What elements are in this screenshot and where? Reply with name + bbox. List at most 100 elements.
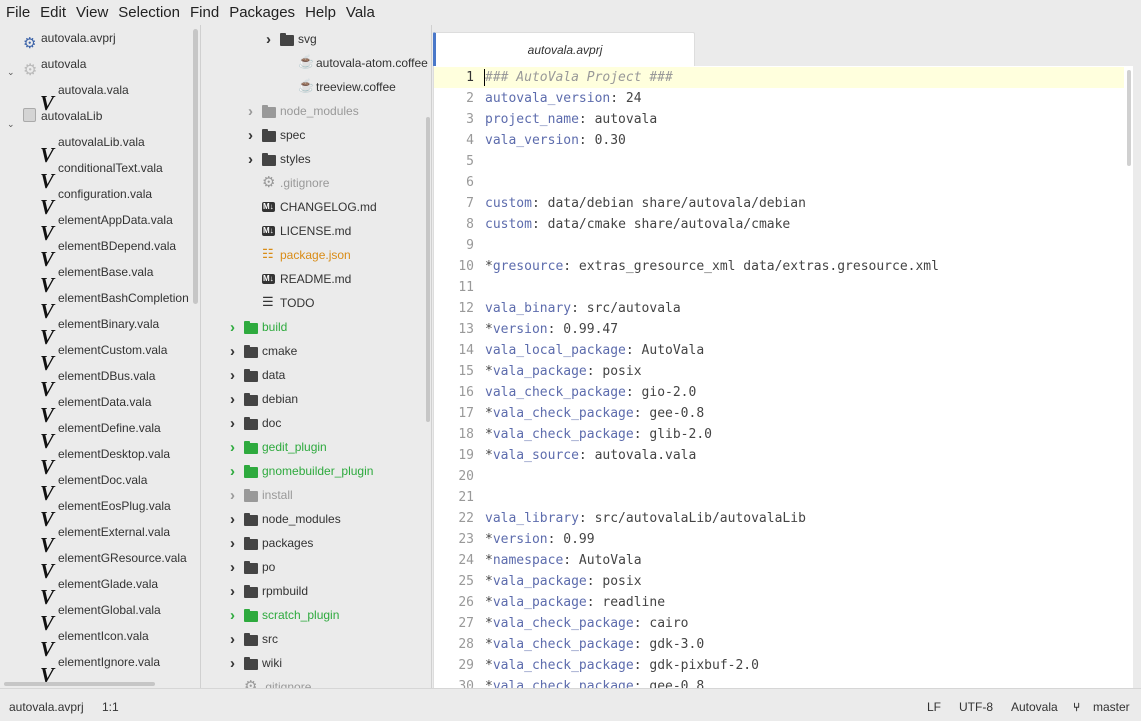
code-line[interactable]: 13 *version: 0.99.47: [434, 319, 1124, 340]
chevron-right-icon[interactable]: ›: [230, 463, 235, 480]
tree-file[interactable]: ⚙ .gitignore: [202, 675, 422, 688]
chevron-right-icon[interactable]: ›: [230, 439, 235, 456]
tree-view-scrollbar[interactable]: [426, 117, 430, 422]
chevron-right-icon[interactable]: ›: [230, 391, 235, 408]
chevron-right-icon[interactable]: ›: [248, 127, 253, 144]
code-line[interactable]: 4 vala_version: 0.30: [434, 130, 1124, 151]
code-line[interactable]: 3 project_name: autovala: [434, 109, 1124, 130]
code-line[interactable]: 23 *version: 0.99: [434, 529, 1124, 550]
menu-help[interactable]: Help: [305, 4, 336, 21]
code-line[interactable]: 7 custom: data/debian share/autovala/debi…: [434, 193, 1124, 214]
tree-folder[interactable]: › svg: [202, 27, 422, 51]
code-line[interactable]: 15 *vala_package: posix: [434, 361, 1124, 382]
chevron-right-icon[interactable]: ›: [230, 535, 235, 552]
tree-folder[interactable]: › spec: [202, 123, 422, 147]
code-line[interactable]: 30 *vala_check_package: gee-0.8: [434, 676, 1124, 688]
tree-file[interactable]: ☰ TODO: [202, 291, 422, 315]
code-line[interactable]: 5: [434, 151, 1124, 172]
code-line[interactable]: 18 *vala_check_package: glib-2.0: [434, 424, 1124, 445]
tree-folder[interactable]: › build: [202, 315, 422, 339]
tree-folder[interactable]: › cmake: [202, 339, 422, 363]
chevron-right-icon[interactable]: ›: [230, 487, 235, 504]
tree-file[interactable]: ☷ package.json: [202, 243, 422, 267]
tree-folder[interactable]: › packages: [202, 531, 422, 555]
status-file-name[interactable]: autovala.avprj: [9, 700, 84, 714]
tree-file[interactable]: M↓ LICENSE.md: [202, 219, 422, 243]
code-line[interactable]: 11: [434, 277, 1124, 298]
code-line[interactable]: 28 *vala_check_package: gdk-3.0: [434, 634, 1124, 655]
chevron-right-icon[interactable]: ›: [230, 607, 235, 624]
tree-folder[interactable]: › doc: [202, 411, 422, 435]
code-line[interactable]: 8 custom: data/cmake share/autovala/cmake: [434, 214, 1124, 235]
code-line[interactable]: 21: [434, 487, 1124, 508]
chevron-right-icon[interactable]: ›: [230, 511, 235, 528]
code-line[interactable]: 24 *namespace: AutoVala: [434, 550, 1124, 571]
status-encoding[interactable]: UTF-8: [959, 700, 993, 714]
tree-folder[interactable]: › gedit_plugin: [202, 435, 422, 459]
tree-file[interactable]: M↓ README.md: [202, 267, 422, 291]
tree-folder[interactable]: › install: [202, 483, 422, 507]
menu-selection[interactable]: Selection: [118, 4, 180, 21]
code-text: autovala_version: 24: [485, 91, 642, 106]
tree-folder[interactable]: › scratch_plugin: [202, 603, 422, 627]
status-line-ending[interactable]: LF: [927, 700, 941, 714]
code-line[interactable]: 19 *vala_source: autovala.vala: [434, 445, 1124, 466]
chevron-right-icon[interactable]: ›: [230, 583, 235, 600]
code-line[interactable]: 1 ### AutoVala Project ###: [434, 67, 1124, 88]
tree-file[interactable]: M↓ CHANGELOG.md: [202, 195, 422, 219]
tree-folder[interactable]: › wiki: [202, 651, 422, 675]
code-line[interactable]: 2 autovala_version: 24: [434, 88, 1124, 109]
tree-folder[interactable]: › src: [202, 627, 422, 651]
code-line[interactable]: 12 vala_binary: src/autovala: [434, 298, 1124, 319]
chevron-right-icon[interactable]: ›: [248, 103, 253, 120]
code-line[interactable]: 29 *vala_check_package: gdk-pixbuf-2.0: [434, 655, 1124, 676]
code-line[interactable]: 9: [434, 235, 1124, 256]
tree-folder[interactable]: › node_modules: [202, 99, 422, 123]
chevron-down-icon[interactable]: ⌄: [7, 67, 15, 78]
tree-folder[interactable]: › styles: [202, 147, 422, 171]
tree-file[interactable]: ☕ treeview.coffee: [202, 75, 422, 99]
status-git-branch[interactable]: master: [1093, 700, 1130, 714]
code-line[interactable]: 26 *vala_package: readline: [434, 592, 1124, 613]
code-line[interactable]: 16 vala_check_package: gio-2.0: [434, 382, 1124, 403]
tree-folder[interactable]: › po: [202, 555, 422, 579]
menu-view[interactable]: View: [76, 4, 108, 21]
code-editor[interactable]: 1 ### AutoVala Project ### 2 autovala_versi…: [433, 66, 1133, 688]
code-line[interactable]: 10 *gresource: extras_gresource_xml data/…: [434, 256, 1124, 277]
tree-file[interactable]: ⚙ .gitignore: [202, 171, 422, 195]
chevron-right-icon[interactable]: ›: [248, 151, 253, 168]
chevron-right-icon[interactable]: ›: [230, 415, 235, 432]
code-line[interactable]: 20: [434, 466, 1124, 487]
tree-folder[interactable]: › node_modules: [202, 507, 422, 531]
project-panel-horizontal-scrollbar[interactable]: [4, 682, 155, 686]
menu-vala[interactable]: Vala: [346, 4, 375, 21]
tab-autovala-avprj[interactable]: autovala.avprj: [433, 32, 695, 67]
chevron-right-icon[interactable]: ›: [230, 559, 235, 576]
chevron-right-icon[interactable]: ›: [266, 31, 271, 48]
chevron-right-icon[interactable]: ›: [230, 367, 235, 384]
chevron-right-icon[interactable]: ›: [230, 631, 235, 648]
tree-folder[interactable]: › data: [202, 363, 422, 387]
chevron-right-icon[interactable]: ›: [230, 319, 235, 336]
code-line[interactable]: 27 *vala_check_package: cairo: [434, 613, 1124, 634]
status-cursor-position[interactable]: 1:1: [102, 700, 119, 714]
menu-packages[interactable]: Packages: [229, 4, 295, 21]
project-panel-vertical-scrollbar[interactable]: [193, 29, 198, 304]
menu-find[interactable]: Find: [190, 4, 219, 21]
tree-folder[interactable]: › gnomebuilder_plugin: [202, 459, 422, 483]
code-line[interactable]: 14 vala_local_package: AutoVala: [434, 340, 1124, 361]
code-line[interactable]: 22 vala_library: src/autovalaLib/autovala…: [434, 508, 1124, 529]
menu-edit[interactable]: Edit: [40, 4, 66, 21]
tree-file[interactable]: ☕ autovala-atom.coffee: [202, 51, 428, 75]
tree-folder[interactable]: › debian: [202, 387, 422, 411]
code-line[interactable]: 6: [434, 172, 1124, 193]
chevron-right-icon[interactable]: ›: [230, 343, 235, 360]
code-line[interactable]: 17 *vala_check_package: gee-0.8: [434, 403, 1124, 424]
editor-scrollbar[interactable]: [1127, 70, 1131, 166]
chevron-right-icon[interactable]: ›: [230, 655, 235, 672]
code-line[interactable]: 25 *vala_package: posix: [434, 571, 1124, 592]
menu-file[interactable]: File: [6, 4, 30, 21]
status-grammar[interactable]: Autovala: [1011, 700, 1058, 714]
chevron-down-icon[interactable]: ⌄: [7, 119, 15, 130]
tree-folder[interactable]: › rpmbuild: [202, 579, 422, 603]
